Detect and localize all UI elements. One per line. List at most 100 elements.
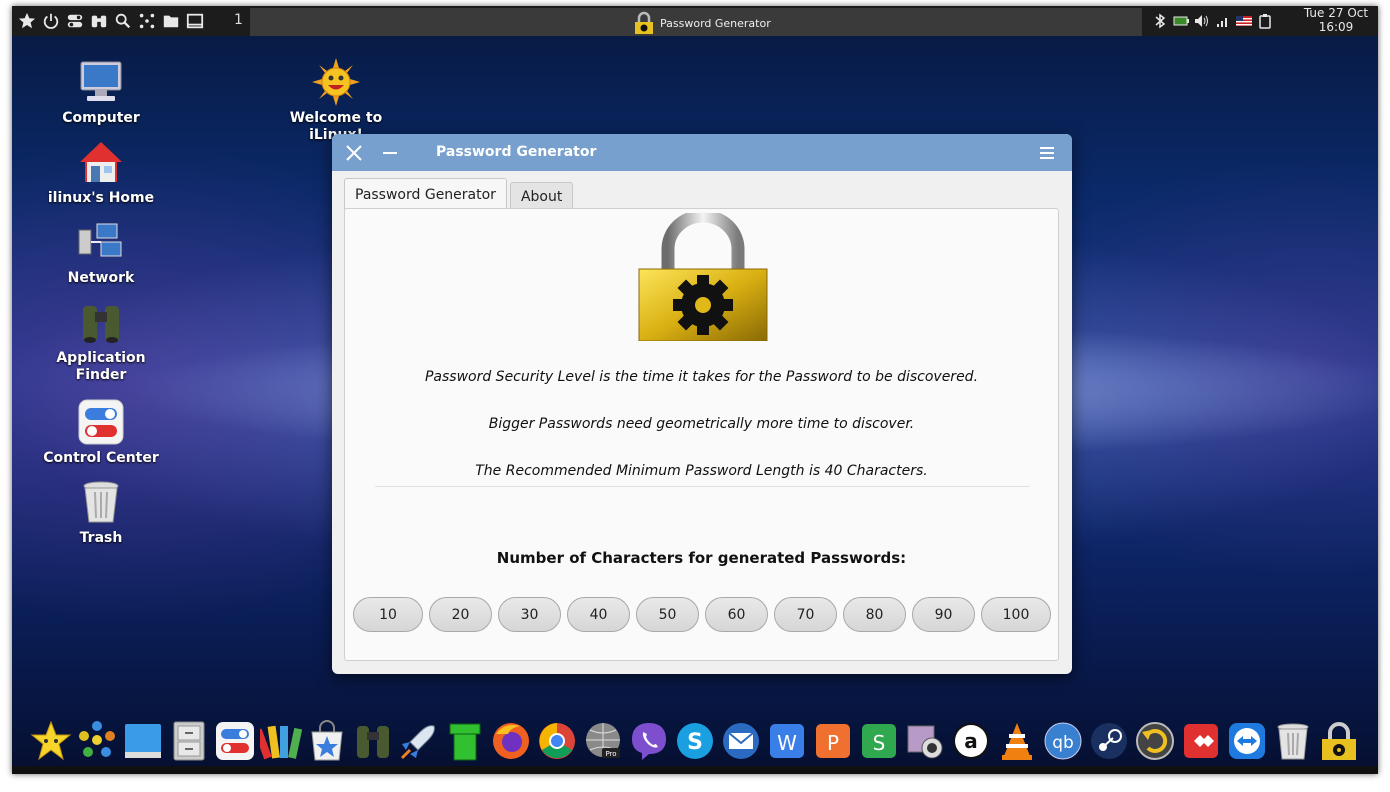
info-line-recommended-length: The Recommended Minimum Password Length … (475, 463, 928, 479)
length-button-100[interactable]: 100 (981, 597, 1051, 632)
control-center-icon[interactable] (214, 720, 256, 762)
power-icon[interactable] (42, 12, 60, 30)
desktop-icon-computer[interactable]: Computer (36, 58, 166, 127)
svg-text:P: P (827, 731, 839, 755)
desktop-icon-label: Network (67, 270, 135, 286)
password-generator-window: Password Generator Password Generator Ab… (332, 134, 1072, 674)
dock: Pro S W P S a qb (12, 712, 1378, 766)
star-icon[interactable] (30, 720, 72, 762)
minimize-button[interactable] (380, 143, 400, 163)
binoculars-icon[interactable] (352, 720, 394, 762)
steam-icon[interactable] (1088, 720, 1130, 762)
workspace-switcher[interactable]: 1 (234, 12, 243, 28)
file-cabinet-icon[interactable] (168, 720, 210, 762)
menu-button[interactable] (1038, 144, 1056, 162)
skype-icon[interactable]: S (674, 720, 716, 762)
length-button-90[interactable]: 90 (912, 597, 975, 632)
trash-icon[interactable] (1272, 720, 1314, 762)
length-button-30[interactable]: 30 (498, 597, 561, 632)
flag-icon[interactable] (1236, 13, 1252, 29)
qbittorrent-icon[interactable]: qb (1042, 720, 1084, 762)
volume-icon[interactable] (1194, 13, 1210, 29)
separator (375, 486, 1030, 487)
password-lock-icon[interactable] (1318, 720, 1360, 762)
info-line-bigger-passwords: Bigger Passwords need geometrically more… (488, 416, 915, 432)
length-button-40[interactable]: 40 (567, 597, 630, 632)
green-pipe-icon[interactable] (444, 720, 486, 762)
writer-icon[interactable]: W (766, 720, 808, 762)
taskbar-item-label: Password Generator (660, 16, 771, 30)
webcam-icon[interactable] (904, 720, 946, 762)
anydesk-icon[interactable] (1180, 720, 1222, 762)
window-titlebar[interactable]: Password Generator (332, 134, 1072, 171)
password-lock-icon (635, 11, 653, 34)
clipboard-icon[interactable] (1257, 13, 1273, 29)
desktop-screen: 1 Password Generator Tue 27 Oct 16:09 Co… (12, 6, 1378, 774)
desktop-icon-welcome[interactable]: Welcome to iLinux! (271, 58, 401, 144)
system-tray (1152, 6, 1273, 36)
battery-icon[interactable] (1173, 13, 1189, 29)
sun-face-icon (312, 58, 360, 106)
amazon-icon[interactable]: a (950, 720, 992, 762)
length-button-60[interactable]: 60 (705, 597, 768, 632)
search-icon[interactable] (114, 12, 132, 30)
tab-password-generator[interactable]: Password Generator (344, 178, 507, 210)
clock-date: Tue 27 Oct (1303, 6, 1369, 20)
teamviewer-icon[interactable] (1226, 720, 1268, 762)
globe-pro-icon[interactable]: Pro (582, 720, 624, 762)
taskbar-item-password-generator[interactable]: Password Generator (632, 10, 771, 36)
desktop-icon[interactable] (122, 720, 164, 762)
desktop-icon-trash[interactable]: Trash (36, 478, 166, 547)
firefox-icon[interactable] (490, 720, 532, 762)
signal-icon[interactable] (1215, 13, 1231, 29)
svg-text:a: a (964, 729, 978, 753)
length-button-10[interactable]: 10 (353, 597, 423, 632)
close-button[interactable] (344, 143, 364, 163)
desktop-icon-application-finder[interactable]: Application Finder (36, 298, 166, 384)
length-button-20[interactable]: 20 (429, 597, 492, 632)
character-count-label: Number of Characters for generated Passw… (496, 549, 907, 567)
panel-launchers (18, 6, 204, 36)
info-line-security-level: Password Security Level is the time it t… (424, 369, 979, 385)
taskbar: Password Generator (250, 8, 1142, 36)
length-button-80[interactable]: 80 (843, 597, 906, 632)
dock-base (12, 766, 1378, 774)
clock[interactable]: Tue 27 Oct 16:09 (1294, 6, 1378, 34)
bluetooth-icon[interactable] (1152, 13, 1168, 29)
tab-about[interactable]: About (509, 182, 574, 210)
desktop-icon-home[interactable]: ilinux's Home (36, 138, 166, 207)
home-icon (77, 138, 125, 186)
close-icon (346, 145, 362, 161)
tab-content-panel: Password Security Level is the time it t… (344, 208, 1059, 661)
padlock-gear-icon (638, 213, 768, 341)
window-icon[interactable] (186, 12, 204, 30)
software-store-icon[interactable] (306, 720, 348, 762)
folder-icon[interactable] (162, 12, 180, 30)
mail-icon[interactable] (720, 720, 762, 762)
svg-text:S: S (873, 731, 886, 755)
star-icon[interactable] (18, 12, 36, 30)
desktop-icon-label: Computer (62, 110, 140, 126)
network-icon (77, 218, 125, 266)
dots-icon[interactable] (138, 12, 156, 30)
desktop-icon-control-center[interactable]: Control Center (36, 398, 166, 467)
app-grid-icon[interactable] (76, 720, 118, 762)
timeshift-icon[interactable] (1134, 720, 1176, 762)
chrome-icon[interactable] (536, 720, 578, 762)
clock-time: 16:09 (1318, 20, 1354, 34)
rocket-icon[interactable] (398, 720, 440, 762)
length-button-70[interactable]: 70 (774, 597, 837, 632)
vlc-icon[interactable] (996, 720, 1038, 762)
svg-text:qb: qb (1052, 733, 1074, 753)
tab-bar: Password Generator About (344, 178, 574, 210)
viber-icon[interactable] (628, 720, 670, 762)
presentation-icon[interactable]: P (812, 720, 854, 762)
desktop-icon-label: Trash (79, 530, 123, 546)
color-palette-icon[interactable] (253, 720, 303, 762)
binoculars-icon[interactable] (90, 12, 108, 30)
length-button-50[interactable]: 50 (636, 597, 699, 632)
desktop-icon-network[interactable]: Network (36, 218, 166, 287)
spreadsheet-icon[interactable]: S (858, 720, 900, 762)
hamburger-icon (1040, 147, 1054, 159)
toggles-icon[interactable] (66, 12, 84, 30)
